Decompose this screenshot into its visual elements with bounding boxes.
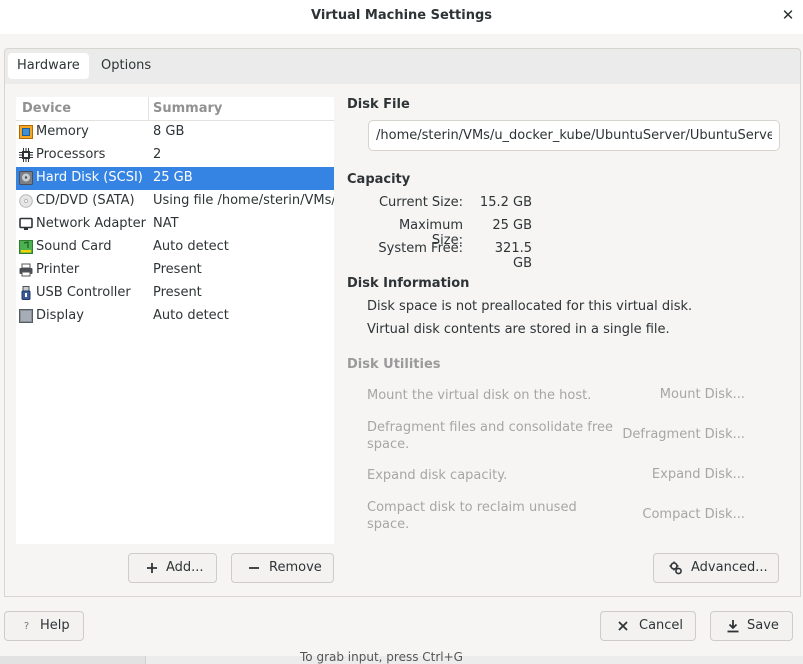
- advanced-button[interactable]: Advanced...: [653, 553, 779, 583]
- device-list-header: Device Summary: [16, 97, 334, 121]
- disk-utilities-heading: Disk Utilities: [347, 357, 441, 372]
- device-summary: 2: [153, 147, 162, 162]
- device-summary: Auto detect: [153, 239, 229, 254]
- device-row-hard-disk[interactable]: Hard Disk (SCSI) 25 GB: [16, 167, 334, 190]
- device-name: Memory: [36, 124, 89, 139]
- add-device-label: Add...: [166, 560, 204, 575]
- disk-information-heading: Disk Information: [347, 276, 470, 291]
- device-name: Display: [36, 308, 84, 323]
- maximum-size-value: 25 GB: [492, 218, 532, 233]
- expand-disk-button[interactable]: Expand Disk...: [652, 467, 745, 482]
- cancel-button[interactable]: Cancel: [600, 611, 696, 641]
- background-status-bar: To grab input, press Ctrl+G: [0, 650, 803, 664]
- compact-description: Compact disk to reclaim unused space.: [367, 500, 577, 532]
- device-row-cd-dvd[interactable]: CD/DVD (SATA) Using file /home/sterin/VM…: [16, 190, 334, 213]
- system-free-label: System Free:: [378, 241, 463, 256]
- usb-icon: [21, 286, 31, 300]
- printer-icon: [19, 263, 33, 277]
- system-free-value: 321.5 GB: [494, 241, 532, 271]
- device-name: Hard Disk (SCSI): [36, 170, 143, 185]
- help-icon: ?: [23, 621, 30, 632]
- disk-file-input[interactable]: [369, 121, 779, 150]
- current-size-value: 15.2 GB: [479, 195, 532, 210]
- disk-info-preallocation: Disk space is not preallocated for this …: [367, 299, 693, 314]
- display-icon: [19, 309, 33, 323]
- hard-disk-icon: [19, 171, 33, 185]
- defragment-disk-button[interactable]: Defragment Disk...: [622, 427, 745, 442]
- advanced-label: Advanced...: [691, 560, 768, 575]
- window-title: Virtual Machine Settings: [310, 8, 492, 23]
- device-name: Processors: [36, 147, 106, 162]
- device-name: CD/DVD (SATA): [36, 193, 135, 208]
- device-summary: NAT: [153, 216, 179, 231]
- device-summary: Present: [153, 285, 202, 300]
- device-summary: 25 GB: [153, 170, 193, 185]
- help-button[interactable]: ? Help: [4, 611, 84, 641]
- tab-hardware[interactable]: Hardware: [8, 53, 89, 79]
- device-row-printer[interactable]: Printer Present: [16, 259, 334, 282]
- device-name: Network Adapter: [36, 216, 146, 231]
- remove-device-button[interactable]: Remove: [231, 553, 334, 583]
- sound-card-icon: [19, 240, 33, 254]
- mount-disk-button[interactable]: Mount Disk...: [660, 387, 745, 402]
- disk-info-storage: Virtual disk contents are stored in a si…: [367, 322, 670, 337]
- device-summary: Using file /home/sterin/VMs/: [153, 193, 334, 208]
- settings-window: Virtual Machine Settings ✕ Hardware Opti…: [0, 0, 803, 664]
- cancel-label: Cancel: [639, 618, 684, 633]
- device-name: USB Controller: [36, 285, 131, 300]
- processor-icon: [19, 148, 33, 162]
- column-device[interactable]: Device: [22, 101, 71, 116]
- close-icon[interactable]: ✕: [781, 7, 795, 23]
- remove-device-label: Remove: [269, 560, 322, 575]
- save-label: Save: [747, 618, 779, 633]
- column-summary[interactable]: Summary: [153, 101, 222, 116]
- network-adapter-icon: [19, 217, 33, 230]
- background-hint: To grab input, press Ctrl+G: [300, 650, 463, 664]
- help-label: Help: [40, 618, 70, 633]
- cd-dvd-icon: [19, 194, 33, 208]
- compact-disk-button[interactable]: Compact Disk...: [642, 507, 745, 522]
- capacity-heading: Capacity: [347, 172, 411, 187]
- device-row-display[interactable]: Display Auto detect: [16, 305, 334, 328]
- device-name: Sound Card: [36, 239, 112, 254]
- minus-icon: [249, 567, 259, 569]
- device-summary: 8 GB: [153, 124, 185, 139]
- add-device-button[interactable]: Add...: [128, 553, 217, 583]
- close-icon: [618, 621, 628, 631]
- device-row-network-adapter[interactable]: Network Adapter NAT: [16, 213, 334, 236]
- settings-icon: [669, 561, 682, 575]
- disk-file-field: [368, 120, 780, 151]
- disk-file-heading: Disk File: [347, 97, 410, 112]
- current-size-label: Current Size:: [378, 195, 463, 210]
- device-row-memory[interactable]: Memory 8 GB: [16, 121, 334, 144]
- download-icon: [727, 620, 739, 633]
- device-list: Device Summary Memory 8 GB Processors 2 …: [16, 97, 334, 544]
- device-summary: Auto detect: [153, 308, 229, 323]
- device-summary: Present: [153, 262, 202, 277]
- device-row-processors[interactable]: Processors 2: [16, 144, 334, 167]
- expand-description: Expand disk capacity.: [367, 468, 508, 483]
- device-row-sound-card[interactable]: Sound Card Auto detect: [16, 236, 334, 259]
- title-bar: Virtual Machine Settings ✕: [0, 0, 803, 34]
- tab-options[interactable]: Options: [92, 53, 160, 79]
- device-name: Printer: [36, 262, 80, 277]
- column-divider: [148, 97, 149, 120]
- tab-bar: Hardware Options: [4, 48, 801, 85]
- defragment-description: Defragment files and consolidate free sp…: [367, 420, 613, 452]
- plus-icon: [147, 563, 157, 573]
- mount-description: Mount the virtual disk on the host.: [367, 388, 592, 403]
- save-button[interactable]: Save: [710, 611, 793, 641]
- device-row-usb-controller[interactable]: USB Controller Present: [16, 282, 334, 305]
- memory-icon: [19, 125, 33, 139]
- background-sidebar: [0, 656, 146, 664]
